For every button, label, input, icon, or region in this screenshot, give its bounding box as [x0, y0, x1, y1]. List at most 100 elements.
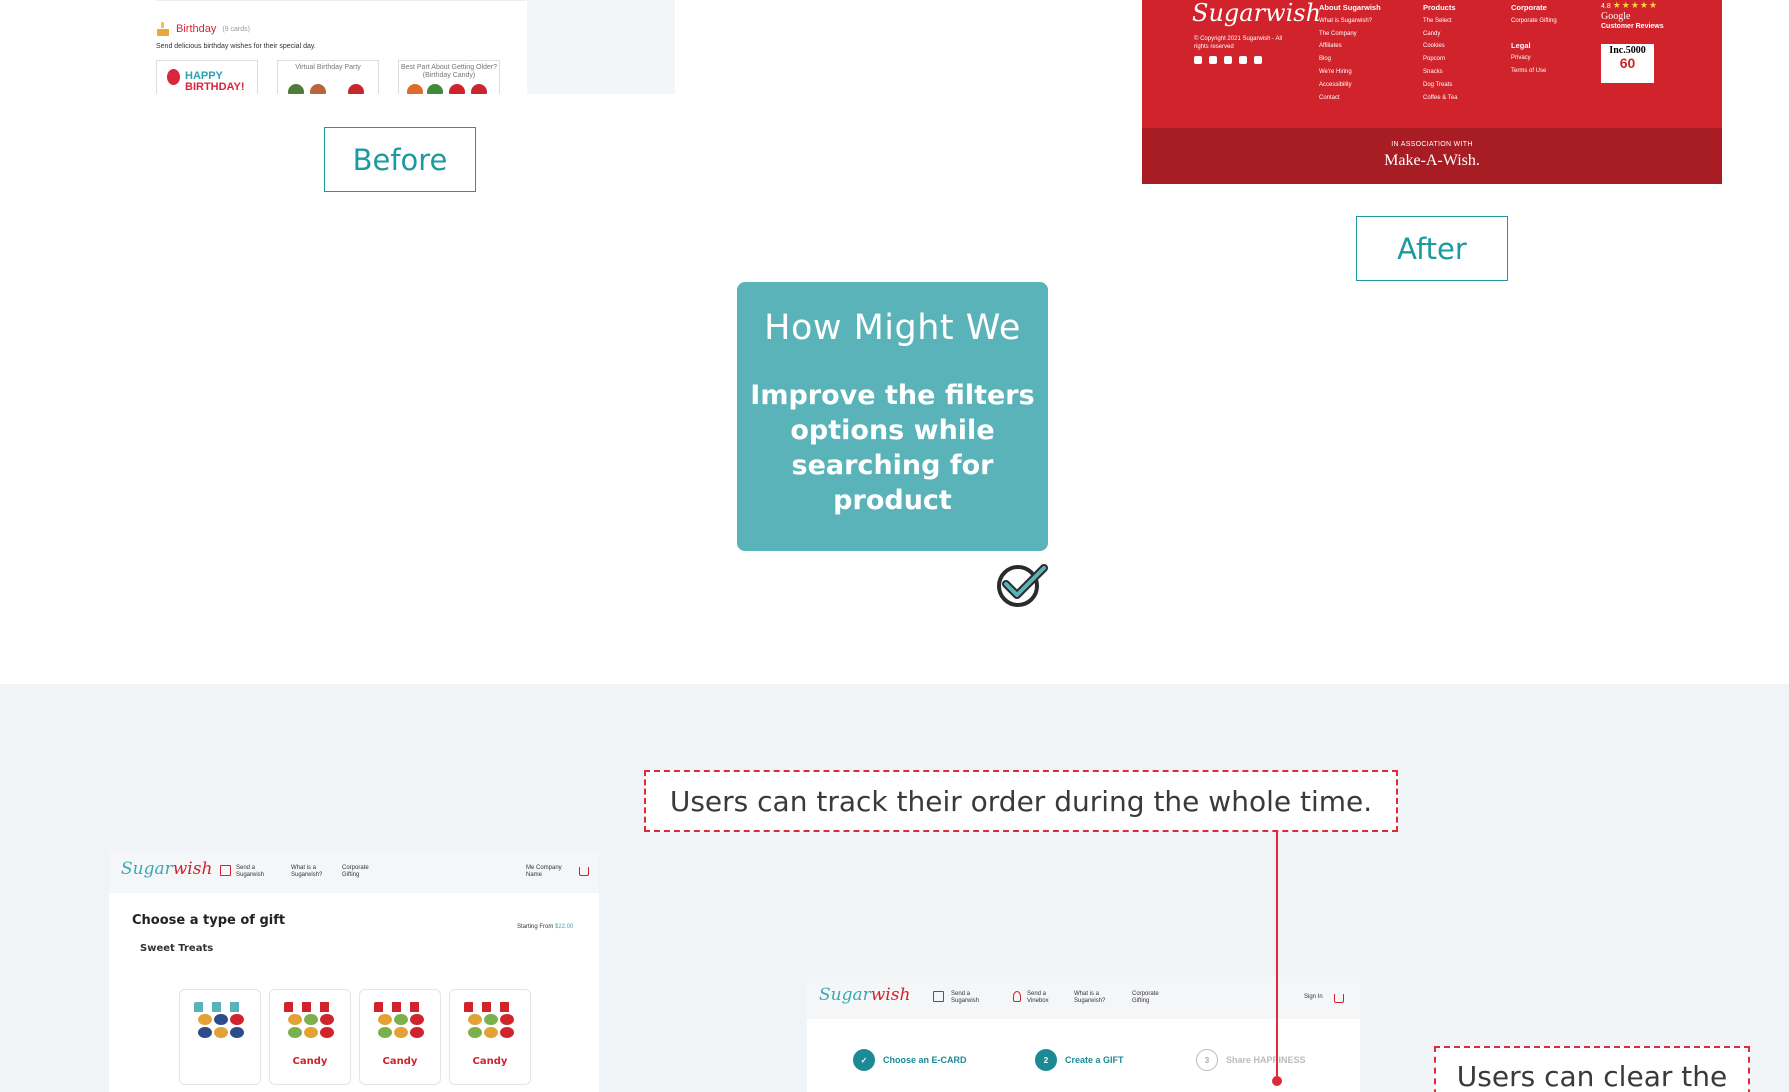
balloon-icon — [167, 69, 180, 85]
user-menu[interactable]: Me Company Name — [526, 865, 566, 879]
footer-logo[interactable]: Sugarwish — [1192, 0, 1321, 26]
footer-column-products: Products The Select Candy Cookies Popcor… — [1423, 2, 1457, 104]
footer-link[interactable]: Coffee & Tea — [1423, 92, 1457, 105]
nav-send-sugarwish[interactable]: Send a Sugarwish — [951, 991, 989, 1005]
progress-step-gift[interactable]: 2 Create a GIFT — [1035, 1049, 1124, 1071]
reviews-label: Customer Reviews — [1601, 23, 1664, 30]
cart-icon[interactable] — [579, 867, 589, 876]
gift-icon — [933, 991, 944, 1002]
nav-send-vinebox[interactable]: Send a Vinebox — [1027, 991, 1061, 1005]
card-headline: HAPPY BIRTHDAY! — [185, 70, 245, 93]
treat-box-image — [376, 1012, 426, 1040]
checkmark-icon — [997, 564, 1048, 607]
footer-link[interactable]: Cookies — [1423, 40, 1457, 53]
gift-option-label: Candy — [472, 1056, 508, 1067]
side-panel — [527, 0, 675, 94]
candy-image — [310, 84, 326, 94]
pinterest-icon[interactable] — [1239, 56, 1247, 64]
association-label: IN ASSOCIATION WITH — [1391, 141, 1473, 148]
callout-connector-line — [1276, 832, 1278, 1080]
step-label: Share HAPPINESS — [1226, 1055, 1306, 1065]
case-study-page: Birthday (9 cards) Send delicious birthd… — [0, 0, 1789, 1092]
cake-icon — [156, 22, 170, 36]
social-links — [1194, 56, 1262, 64]
footer-link[interactable]: Accessibility — [1319, 79, 1381, 92]
wine-glass-icon — [1013, 991, 1021, 1002]
ecard-thumbnail[interactable]: Best Part About Getting Older? (Birthday… — [398, 60, 500, 94]
candy-image — [471, 84, 487, 94]
footer-link[interactable]: Popcorn — [1423, 53, 1457, 66]
column-heading: Legal — [1511, 40, 1531, 50]
nav-what-is[interactable]: What is a Sugarwish? — [1074, 991, 1116, 1005]
awning-image — [194, 1002, 248, 1012]
nav-corporate-gifting[interactable]: Corporate Gifting — [1132, 991, 1168, 1005]
step-label: Choose an E-CARD — [883, 1055, 967, 1065]
column-heading: Corporate — [1511, 3, 1547, 12]
linkedin-icon[interactable] — [1254, 56, 1262, 64]
footer-link[interactable]: Candy — [1423, 28, 1457, 41]
section-subtitle: Sweet Treats — [140, 943, 214, 954]
callout-connector-dot — [1272, 1076, 1282, 1086]
progress-step-ecard[interactable]: ✓ Choose an E-CARD — [853, 1049, 967, 1071]
google-rating[interactable]: 4.8 ★★★★★ Google Customer Reviews — [1601, 0, 1664, 32]
candy-image — [449, 84, 465, 94]
gift-option-card[interactable] — [179, 989, 261, 1085]
ecard-thumbnail[interactable]: HAPPY BIRTHDAY! — [156, 60, 258, 94]
gift-option-label: Candy — [292, 1056, 328, 1067]
step-check-icon: ✓ — [853, 1049, 875, 1071]
card-caption: Best Part About Getting Older? (Birthday… — [400, 64, 498, 79]
association-banner: IN ASSOCIATION WITH Make-A-Wish. — [1142, 128, 1722, 184]
step-number: 3 — [1196, 1049, 1218, 1071]
footer-column-about: About Sugarwish What is Sugarwish? The C… — [1319, 2, 1381, 104]
inc-number: 60 — [1619, 55, 1636, 71]
gift-option-card[interactable]: Candy — [359, 989, 441, 1085]
gift-option-card[interactable]: Candy — [269, 989, 351, 1085]
ecard-thumbnail[interactable]: Virtual Birthday Party — [277, 60, 379, 94]
step-label: Create a GIFT — [1065, 1055, 1124, 1065]
footer-link[interactable]: Corporate Gifting — [1511, 15, 1557, 28]
sugarwish-logo[interactable]: Sugarwish — [819, 985, 910, 1005]
inc-5000-badge: Inc.5000 60 — [1601, 44, 1654, 83]
column-heading: Products — [1423, 3, 1456, 12]
footer-link[interactable]: The Select — [1423, 15, 1457, 28]
cart-icon[interactable] — [1334, 994, 1344, 1003]
before-screenshot: Birthday (9 cards) Send delicious birthd… — [120, 0, 675, 94]
nav-corporate-gifting[interactable]: Corporate Gifting — [342, 865, 376, 879]
progress-step-share[interactable]: 3 Share HAPPINESS — [1196, 1049, 1306, 1071]
page-title: Choose a type of gift — [132, 913, 286, 928]
footer-link[interactable]: Contact — [1319, 92, 1381, 105]
step-number: 2 — [1035, 1049, 1057, 1071]
sign-in-link[interactable]: Sign In — [1304, 994, 1323, 1001]
nav-what-is[interactable]: What is a Sugarwish? — [291, 865, 331, 879]
hmw-title: How Might We — [764, 308, 1021, 348]
footer-link[interactable]: Affiliates — [1319, 40, 1381, 53]
after-footer-screenshot: Sugarwish © Copyright 2021 Sugarwish - A… — [1142, 0, 1722, 184]
footer-link[interactable]: We're Hiring — [1319, 66, 1381, 79]
gift-option-card[interactable]: Candy — [449, 989, 531, 1085]
candy-image — [407, 84, 423, 94]
footer-link[interactable]: Snacks — [1423, 66, 1457, 79]
footer-link[interactable]: What is Sugarwish? — [1319, 15, 1381, 28]
footer-link[interactable]: Blog — [1319, 53, 1381, 66]
footer-link[interactable]: Privacy — [1511, 52, 1557, 65]
star-rating-icon: ★★★★★ — [1612, 0, 1659, 10]
candy-image — [288, 84, 304, 94]
divider — [156, 0, 526, 1]
before-label: Before — [324, 127, 476, 192]
footer-link[interactable]: The Company — [1319, 28, 1381, 41]
treat-box-image — [196, 1012, 246, 1040]
card-caption: Virtual Birthday Party — [295, 64, 361, 71]
column-heading: About Sugarwish — [1319, 3, 1381, 12]
facebook-icon[interactable] — [1194, 56, 1202, 64]
after-label: After — [1356, 216, 1508, 281]
instagram-icon[interactable] — [1209, 56, 1217, 64]
callout-track-order: Users can track their order during the w… — [644, 770, 1398, 832]
twitter-icon[interactable] — [1224, 56, 1232, 64]
birthday-category-header[interactable]: Birthday (9 cards) — [156, 22, 250, 36]
footer-link[interactable]: Dog Treats — [1423, 79, 1457, 92]
make-a-wish-logo[interactable]: Make-A-Wish. — [1142, 152, 1722, 170]
category-description: Send delicious birthday wishes for their… — [156, 43, 316, 50]
nav-send-sugarwish[interactable]: Send a Sugarwish — [236, 865, 276, 879]
footer-link[interactable]: Terms of Use — [1511, 65, 1557, 78]
sugarwish-logo[interactable]: Sugarwish — [121, 859, 212, 879]
